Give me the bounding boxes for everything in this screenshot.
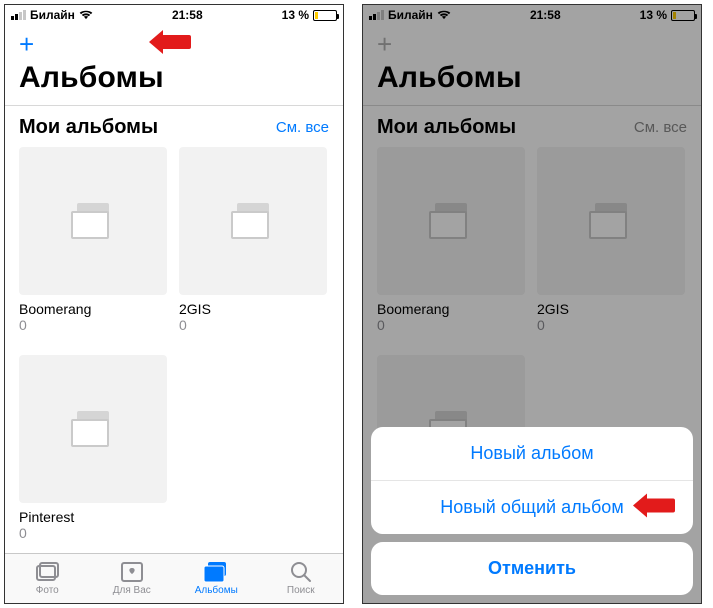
action-sheet: Новый альбом Новый общий альбом Отменить xyxy=(371,427,693,595)
placeholder-image-icon xyxy=(231,203,275,239)
my-albums-header: Мои альбомы См. все xyxy=(5,106,343,147)
see-all-link[interactable]: См. все xyxy=(276,119,329,136)
album-thumbnail xyxy=(179,147,327,295)
wifi-icon xyxy=(79,10,93,20)
action-new-shared-album[interactable]: Новый общий альбом xyxy=(371,481,693,534)
tab-label: Для Вас xyxy=(113,585,151,596)
carrier-label: Билайн xyxy=(30,8,75,22)
photos-icon xyxy=(34,561,60,583)
album-item[interactable]: Boomerang 0 xyxy=(19,147,167,333)
album-count: 0 xyxy=(19,317,167,333)
placeholder-image-icon xyxy=(71,203,115,239)
status-bar: Билайн 21:58 13 % xyxy=(5,5,343,25)
action-cancel[interactable]: Отменить xyxy=(371,542,693,595)
album-name: Pinterest xyxy=(19,509,167,525)
action-new-album[interactable]: Новый альбом xyxy=(371,427,693,481)
phone-left: Билайн 21:58 13 % + Альбомы Мои альбомы … xyxy=(4,4,344,604)
screen-content: Мои альбомы См. все Boomerang 0 2GIS 0 xyxy=(5,106,343,553)
album-item[interactable]: 2GIS 0 xyxy=(179,147,327,333)
battery-icon xyxy=(313,10,337,21)
tab-for-you[interactable]: Для Вас xyxy=(90,554,175,603)
album-count: 0 xyxy=(179,317,327,333)
search-icon xyxy=(288,561,314,583)
tab-bar: Фото Для Вас Альбомы Поиск xyxy=(5,553,343,603)
tab-photos[interactable]: Фото xyxy=(5,554,90,603)
action-new-shared-album-label: Новый общий альбом xyxy=(440,497,623,517)
album-thumbnail xyxy=(19,355,167,503)
album-count: 0 xyxy=(19,525,167,541)
signal-icon xyxy=(11,10,26,20)
nav-bar: + xyxy=(5,25,343,61)
tab-albums[interactable]: Альбомы xyxy=(174,554,259,603)
album-name: Boomerang xyxy=(19,301,167,317)
placeholder-image-icon xyxy=(71,411,115,447)
albums-icon xyxy=(203,561,229,583)
for-you-icon xyxy=(119,561,145,583)
annotation-arrow-left xyxy=(161,32,203,52)
time-label: 21:58 xyxy=(172,8,203,22)
annotation-arrow-right xyxy=(645,495,687,515)
add-button[interactable]: + xyxy=(19,31,34,57)
tab-label: Поиск xyxy=(287,585,315,596)
tab-search[interactable]: Поиск xyxy=(259,554,344,603)
album-name: 2GIS xyxy=(179,301,327,317)
action-sheet-group: Новый альбом Новый общий альбом xyxy=(371,427,693,534)
my-albums-title: Мои альбомы xyxy=(19,116,158,139)
phone-right: Билайн 21:58 13 % + Альбомы Мои альбомы … xyxy=(362,4,702,604)
battery-percent: 13 % xyxy=(282,8,309,22)
albums-grid: Boomerang 0 2GIS 0 Pinterest 0 xyxy=(5,147,343,541)
album-thumbnail xyxy=(19,147,167,295)
album-item[interactable]: Pinterest 0 xyxy=(19,355,167,541)
page-title: Альбомы xyxy=(5,61,343,103)
tab-label: Фото xyxy=(36,585,59,596)
tab-label: Альбомы xyxy=(195,585,238,596)
